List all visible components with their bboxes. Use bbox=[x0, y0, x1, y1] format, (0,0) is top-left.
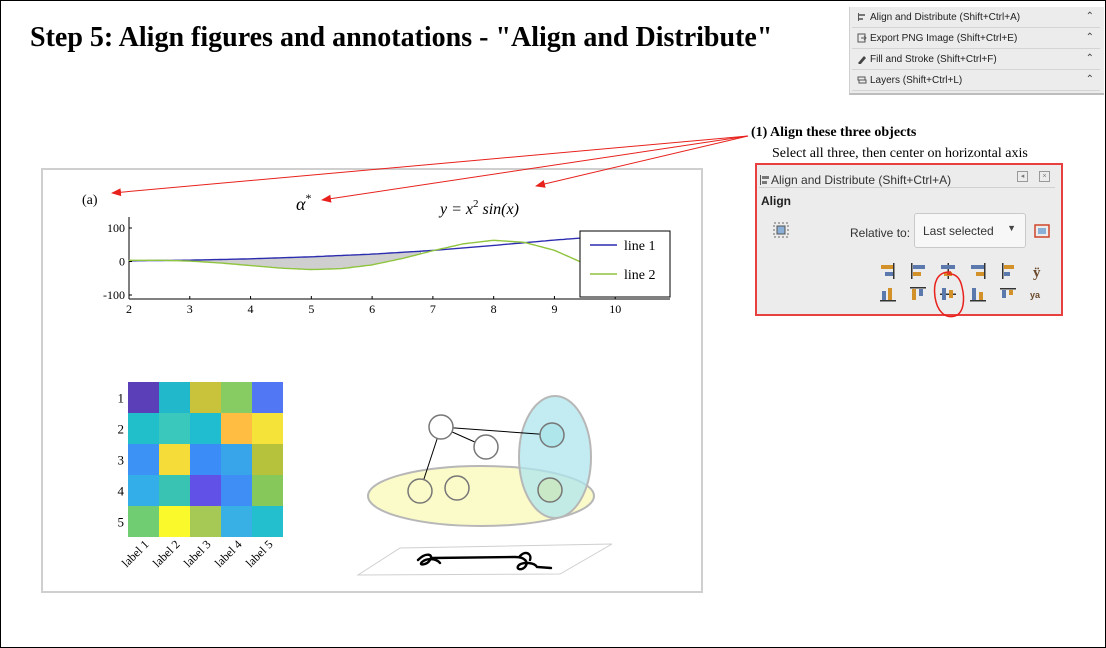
heatmap-cell bbox=[221, 444, 252, 475]
svg-text:ÿ: ÿ bbox=[1033, 265, 1041, 280]
heatmap-cell bbox=[159, 413, 190, 444]
heatmap-row-label: 4 bbox=[118, 484, 125, 499]
x-tick-label: 5 bbox=[308, 302, 314, 316]
legend-label-line2: line 2 bbox=[624, 268, 656, 283]
heatmap-cell bbox=[190, 444, 221, 475]
graph-diagram bbox=[367, 395, 595, 527]
section-heading: Align bbox=[761, 194, 791, 208]
heatmap-cell bbox=[128, 382, 159, 413]
arrow-to-panel-label bbox=[111, 135, 749, 197]
heatmap-cell bbox=[190, 506, 221, 537]
x-tick-label: 10 bbox=[609, 302, 621, 316]
heatmap-cell bbox=[221, 506, 252, 537]
panel-divider bbox=[759, 187, 1055, 188]
x-tick-label: 8 bbox=[491, 302, 497, 316]
heatmap-col-label: label 2 bbox=[150, 537, 183, 570]
annotation-arrows bbox=[111, 135, 749, 203]
heatmap-cell bbox=[128, 413, 159, 444]
heatmap-cell bbox=[221, 413, 252, 444]
heatmap-cell bbox=[190, 475, 221, 506]
align-bottom-to-top-icon[interactable] bbox=[879, 285, 897, 303]
graph-node bbox=[428, 414, 454, 440]
heatmap-cell bbox=[159, 506, 190, 537]
align-baseline-horizontal-icon[interactable]: ya bbox=[1029, 285, 1047, 303]
heatmap-cell bbox=[128, 444, 159, 475]
heatmap-cell bbox=[159, 475, 190, 506]
panel-label: (a) bbox=[82, 193, 98, 208]
graph-node bbox=[407, 478, 433, 504]
align-left-to-right-icon[interactable] bbox=[999, 262, 1017, 280]
x-tick-label: 2 bbox=[126, 302, 132, 316]
arrow-to-formula bbox=[535, 135, 749, 188]
heatmap-cell bbox=[221, 382, 252, 413]
heatmap-cell bbox=[159, 444, 190, 475]
heatmap-row-label: 1 bbox=[118, 391, 125, 406]
alpha-label: α* bbox=[296, 191, 311, 214]
align-top-icon[interactable] bbox=[909, 285, 927, 303]
relative-to-label: Relative to: bbox=[850, 226, 911, 240]
legend-label-line1: line 1 bbox=[624, 239, 656, 254]
heatmap-cell bbox=[128, 506, 159, 537]
highlight-circle bbox=[933, 271, 965, 318]
y-tick-label: -100 bbox=[103, 288, 125, 302]
heatmap-cell bbox=[252, 413, 283, 444]
treat-as-group-icon[interactable] bbox=[773, 222, 789, 238]
figure-svg: (a) α* y = x2 sin(x) 2 3 4 5 6 7 8 9 10 100 0 -100 … bbox=[82, 135, 749, 576]
heatmap-col-label: label 4 bbox=[212, 537, 245, 570]
x-tick-label: 7 bbox=[430, 302, 436, 316]
graph-node bbox=[539, 422, 565, 448]
dropdown-arrow-icon: ▼ bbox=[1007, 223, 1016, 233]
heatmap: 1 2 3 4 5 label 1label 2label 3label 4label 5 bbox=[118, 382, 283, 570]
heatmap-cell bbox=[252, 506, 283, 537]
heatmap-cell bbox=[252, 444, 283, 475]
heatmap-row-label: 3 bbox=[118, 453, 125, 468]
align-left-icon[interactable] bbox=[909, 262, 927, 280]
graph-node bbox=[473, 434, 499, 460]
align-distribute-panel: Align and Distribute (Shift+Ctrl+A) ◂ × … bbox=[755, 163, 1063, 318]
align-top-to-bottom-icon[interactable] bbox=[999, 285, 1017, 303]
heatmap-cell bbox=[190, 413, 221, 444]
heatmap-cell bbox=[221, 475, 252, 506]
panel-title: Align and Distribute (Shift+Ctrl+A) bbox=[771, 173, 952, 187]
x-tick-label: 4 bbox=[248, 302, 254, 316]
x-tick-label: 6 bbox=[369, 302, 375, 316]
heatmap-cell bbox=[159, 382, 190, 413]
move-selection-icon[interactable] bbox=[1033, 222, 1051, 240]
formula-label: y = x2 sin(x) bbox=[438, 198, 519, 218]
heatmap-row-label: 2 bbox=[118, 422, 125, 437]
align-text-baseline-icon[interactable]: ÿ bbox=[1029, 262, 1047, 280]
heatmap-row-label: 5 bbox=[118, 515, 125, 530]
heatmap-col-label: label 3 bbox=[181, 537, 214, 570]
heatmap-cell bbox=[252, 382, 283, 413]
graph-node bbox=[444, 475, 470, 501]
align-right-to-left-icon[interactable] bbox=[879, 262, 897, 280]
x-tick-label: 9 bbox=[551, 302, 557, 316]
line-chart: 2 3 4 5 6 7 8 9 10 100 0 -100 line 1 line 2 bbox=[103, 217, 671, 316]
y-tick-label: 100 bbox=[107, 221, 125, 235]
heatmap-cell bbox=[128, 475, 159, 506]
relative-to-value: Last selected bbox=[923, 224, 994, 238]
heatmap-col-label: label 1 bbox=[119, 537, 152, 570]
heatmap-cell bbox=[252, 475, 283, 506]
align-bottom-icon[interactable] bbox=[969, 285, 987, 303]
signature-sketch bbox=[356, 543, 613, 576]
panel-close-icon[interactable]: × bbox=[1039, 171, 1050, 182]
x-tick-label: 3 bbox=[187, 302, 193, 316]
svg-text:ya: ya bbox=[1030, 290, 1041, 300]
align-distribute-icon bbox=[760, 175, 769, 185]
heatmap-cell bbox=[190, 382, 221, 413]
panel-detach-icon[interactable]: ◂ bbox=[1017, 171, 1028, 182]
align-right-icon[interactable] bbox=[969, 262, 987, 280]
y-tick-label: 0 bbox=[119, 255, 125, 269]
graph-node bbox=[537, 477, 563, 503]
heatmap-col-label: label 5 bbox=[243, 537, 276, 570]
relative-to-select[interactable]: Last selected ▼ bbox=[914, 213, 1026, 248]
